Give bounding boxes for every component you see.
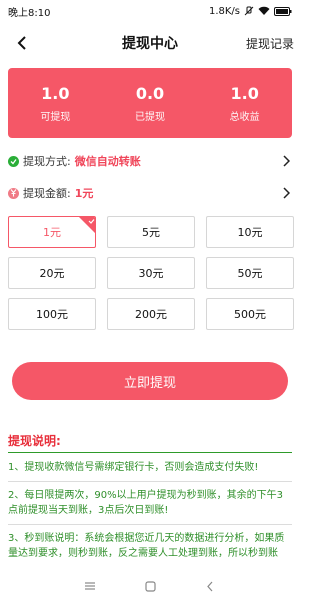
amount-option-label: 100元 [36, 308, 68, 321]
note-item: 3、秒到账说明：系统会根据您近几天的数据进行分析，如果质量达到要求，则秒到账，反… [8, 533, 285, 559]
status-indicators: 1.8K/s [209, 6, 292, 17]
withdraw-amount-value: 1元 [74, 187, 94, 200]
withdraw-method-label: 提现方式: [23, 155, 71, 168]
amount-option-label: 30元 [138, 267, 164, 280]
balance-summary-card: 1.0 可提现 0.0 已提现 1.0 总收益 [8, 68, 292, 138]
summary-value: 1.0 [41, 83, 70, 103]
mute-icon [244, 6, 254, 16]
summary-available: 1.0 可提现 [8, 68, 103, 138]
amount-option-5[interactable]: 5元 [107, 216, 195, 248]
amount-option-500[interactable]: 500元 [206, 298, 294, 330]
chevron-right-icon [283, 187, 291, 202]
note-item: 2、每日限提两次，90%以上用户提现为秒到账，其余的下午3点前提现当天到账，3点… [8, 490, 283, 516]
withdraw-method-value: 微信自动转账 [74, 155, 141, 168]
amount-option-30[interactable]: 30元 [107, 257, 195, 289]
amount-option-label: 50元 [237, 267, 263, 280]
withdraw-amount-label: 提现金额: [23, 187, 71, 200]
amount-option-200[interactable]: 200元 [107, 298, 195, 330]
withdraw-method-row[interactable]: 提现方式: 微信自动转账 [8, 148, 292, 174]
amount-option-50[interactable]: 50元 [206, 257, 294, 289]
amount-option-label: 1元 [43, 226, 61, 239]
battery-icon [274, 6, 292, 16]
summary-value: 0.0 [135, 83, 165, 103]
menu-icon[interactable] [80, 576, 100, 596]
home-icon[interactable] [140, 576, 160, 596]
amount-option-label: 20元 [39, 267, 65, 280]
note-item: 1、提现收款微信号需绑定银行卡，否则会造成支付失败! [8, 462, 259, 473]
back-arrow-icon[interactable] [10, 31, 34, 55]
status-time: 晚上8:10 [8, 7, 51, 19]
back-icon[interactable] [200, 576, 220, 596]
amount-options: 1元 5元 10元 20元 30元 50元 100元 200元 500元 [8, 216, 294, 330]
chevron-right-icon [283, 155, 291, 170]
amount-option-100[interactable]: 100元 [8, 298, 96, 330]
summary-label: 已提现 [135, 111, 165, 123]
yen-icon [8, 187, 19, 199]
status-bar: 晚上8:10 1.8K/s [0, 0, 300, 22]
amount-option-label: 200元 [135, 308, 167, 321]
note-divider [8, 524, 292, 525]
summary-label: 可提现 [40, 111, 71, 123]
withdraw-records-link[interactable]: 提现记录 [246, 35, 294, 52]
system-nav-bar [0, 572, 300, 600]
wechat-icon [8, 155, 19, 167]
notes-title: 提现说明: [8, 434, 61, 448]
summary-label: 总收益 [229, 111, 260, 123]
amount-option-10[interactable]: 10元 [206, 216, 294, 248]
note-divider [8, 481, 292, 482]
amount-option-label: 5元 [142, 226, 160, 239]
summary-withdrawn: 0.0 已提现 [103, 68, 198, 138]
wifi-icon [258, 6, 270, 16]
selected-check-icon [79, 217, 95, 233]
amount-option-1[interactable]: 1元 [8, 216, 96, 248]
network-speed: 1.8K/s [208, 5, 240, 17]
amount-option-label: 10元 [237, 226, 263, 239]
amount-option-label: 500元 [234, 308, 266, 321]
summary-value: 1.0 [230, 83, 259, 103]
summary-total: 1.0 总收益 [197, 68, 292, 138]
amount-option-20[interactable]: 20元 [8, 257, 96, 289]
nav-bar: 提现中心 提现记录 [0, 22, 300, 64]
notes-list: 1、提现收款微信号需绑定银行卡，否则会造成支付失败! 2、每日限提两次，90%以… [8, 460, 292, 567]
withdraw-amount-row[interactable]: 提现金额: 1元 [8, 180, 292, 206]
notes-divider [8, 452, 292, 453]
withdraw-now-button[interactable]: 立即提现 [12, 362, 288, 400]
